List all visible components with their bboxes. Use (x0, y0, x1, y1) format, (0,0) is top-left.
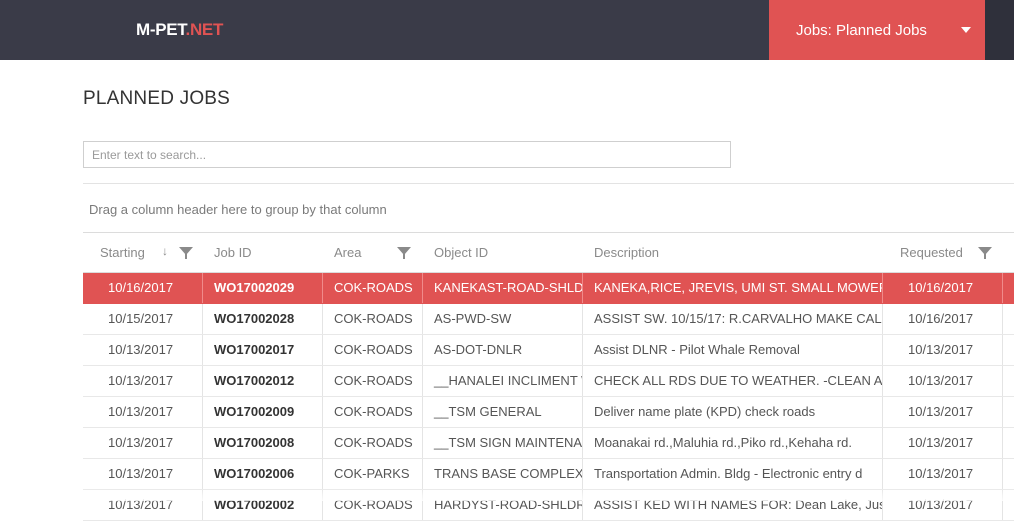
cell-job-id: WO17002028 (203, 304, 323, 334)
logo-accent-text: .NET (185, 20, 224, 39)
cell-description: KANEKA,RICE, JREVIS, UMI ST. SMALL MOWER (583, 273, 883, 303)
column-header-requested[interactable]: Requested (900, 233, 1014, 272)
jobs-menu-label: Jobs: Planned Jobs (796, 21, 927, 39)
column-header-label: Object ID (434, 245, 489, 260)
cell-description: Deliver name plate (KPD) check roads (583, 397, 883, 427)
cell-job-id: WO17002017 (203, 335, 323, 365)
cell-description: Transportation Admin. Bldg - Electronic … (583, 459, 883, 489)
page-title: PLANNED JOBS (83, 88, 231, 109)
cell-requested: 10/16/2017 (883, 304, 1003, 334)
column-header-label: Area (334, 245, 362, 260)
cell-starting: 10/15/2017 (83, 304, 203, 334)
cell-job-id: WO17002029 (203, 273, 323, 303)
column-header-object-id[interactable]: Object ID (434, 233, 583, 272)
filter-icon[interactable] (179, 247, 193, 259)
column-header-description[interactable]: Description (594, 233, 883, 272)
planned-jobs-grid: Starting ↓ Job ID Area Object ID Descrip… (83, 232, 1014, 521)
topbar-edge (985, 0, 1014, 60)
grid-header: Starting ↓ Job ID Area Object ID Descrip… (83, 233, 1014, 273)
jobs-menu-dropdown[interactable]: Jobs: Planned Jobs (769, 0, 985, 60)
column-header-label: Requested (900, 245, 963, 260)
app-logo[interactable]: M-PET.NET (136, 20, 223, 40)
top-bar: M-PET.NET Jobs: Planned Jobs (0, 0, 1014, 60)
cell-requested: 10/13/2017 (883, 459, 1003, 489)
column-header-area[interactable]: Area (334, 233, 423, 272)
cell-object-id: __TSM SIGN MAINTENA (423, 428, 583, 458)
cell-object-id: AS-DOT-DNLR (423, 335, 583, 365)
cell-starting: 10/13/2017 (83, 428, 203, 458)
table-row[interactable]: 10/13/2017 WO17002012 COK-ROADS __HANALE… (83, 366, 1014, 397)
cell-starting: 10/13/2017 (83, 335, 203, 365)
cell-area: COK-ROADS (323, 335, 423, 365)
cell-requested: 10/16/2017 (883, 273, 1003, 303)
table-row[interactable]: 10/13/2017 WO17002009 COK-ROADS __TSM GE… (83, 397, 1014, 428)
cell-job-id: WO17002008 (203, 428, 323, 458)
cell-object-id: KANEKAST-ROAD-SHLD (423, 273, 583, 303)
cell-area: COK-ROADS (323, 428, 423, 458)
cell-starting: 10/16/2017 (83, 273, 203, 303)
cell-job-id: WO17002012 (203, 366, 323, 396)
column-header-job-id[interactable]: Job ID (214, 233, 323, 272)
divider (83, 183, 1014, 184)
viewport-bottom-fade (0, 488, 1014, 501)
cell-description: ASSIST SW. 10/15/17: R.CARVALHO MAKE CAL… (583, 304, 883, 334)
cell-starting: 10/13/2017 (83, 459, 203, 489)
cell-area: COK-ROADS (323, 397, 423, 427)
cell-requested: 10/13/2017 (883, 397, 1003, 427)
table-row[interactable]: 10/15/2017 WO17002028 COK-ROADS AS-PWD-S… (83, 304, 1014, 335)
cell-starting: 10/13/2017 (83, 366, 203, 396)
logo-text: M-PET (136, 20, 186, 39)
cell-description: Assist DLNR - Pilot Whale Removal (583, 335, 883, 365)
column-header-starting[interactable]: Starting ↓ (100, 233, 203, 272)
cell-area: COK-ROADS (323, 366, 423, 396)
cell-object-id: __HANALEI INCLIMENT W (423, 366, 583, 396)
group-panel-hint[interactable]: Drag a column header here to group by th… (89, 202, 387, 217)
cell-starting: 10/13/2017 (83, 397, 203, 427)
cell-job-id: WO17002009 (203, 397, 323, 427)
cell-requested: 10/13/2017 (883, 428, 1003, 458)
caret-down-icon (961, 27, 971, 33)
cell-object-id: __TSM GENERAL (423, 397, 583, 427)
cell-description: Moanakai rd.,Maluhia rd.,Piko rd.,Kehaha… (583, 428, 883, 458)
filter-icon[interactable] (397, 247, 411, 259)
table-row[interactable]: 10/13/2017 WO17002008 COK-ROADS __TSM SI… (83, 428, 1014, 459)
search-input[interactable] (83, 141, 731, 168)
column-header-label: Description (594, 245, 660, 260)
cell-area: COK-ROADS (323, 273, 423, 303)
cell-object-id: TRANS BASE COMPLEX (423, 459, 583, 489)
cell-object-id: AS-PWD-SW (423, 304, 583, 334)
sort-down-icon[interactable]: ↓ (162, 244, 168, 258)
cell-requested: 10/13/2017 (883, 335, 1003, 365)
cell-requested: 10/13/2017 (883, 366, 1003, 396)
table-row[interactable]: 10/16/2017 WO17002029 COK-ROADS KANEKAST… (83, 273, 1014, 304)
cell-description: CHECK ALL RDS DUE TO WEATHER. -CLEAN AN (583, 366, 883, 396)
cell-area: COK-ROADS (323, 304, 423, 334)
table-row[interactable]: 10/13/2017 WO17002017 COK-ROADS AS-DOT-D… (83, 335, 1014, 366)
column-header-label: Job ID (214, 245, 252, 260)
filter-icon[interactable] (978, 247, 992, 259)
table-row[interactable]: 10/13/2017 WO17002006 COK-PARKS TRANS BA… (83, 459, 1014, 490)
cell-job-id: WO17002006 (203, 459, 323, 489)
cell-area: COK-PARKS (323, 459, 423, 489)
column-header-label: Starting (100, 245, 145, 260)
